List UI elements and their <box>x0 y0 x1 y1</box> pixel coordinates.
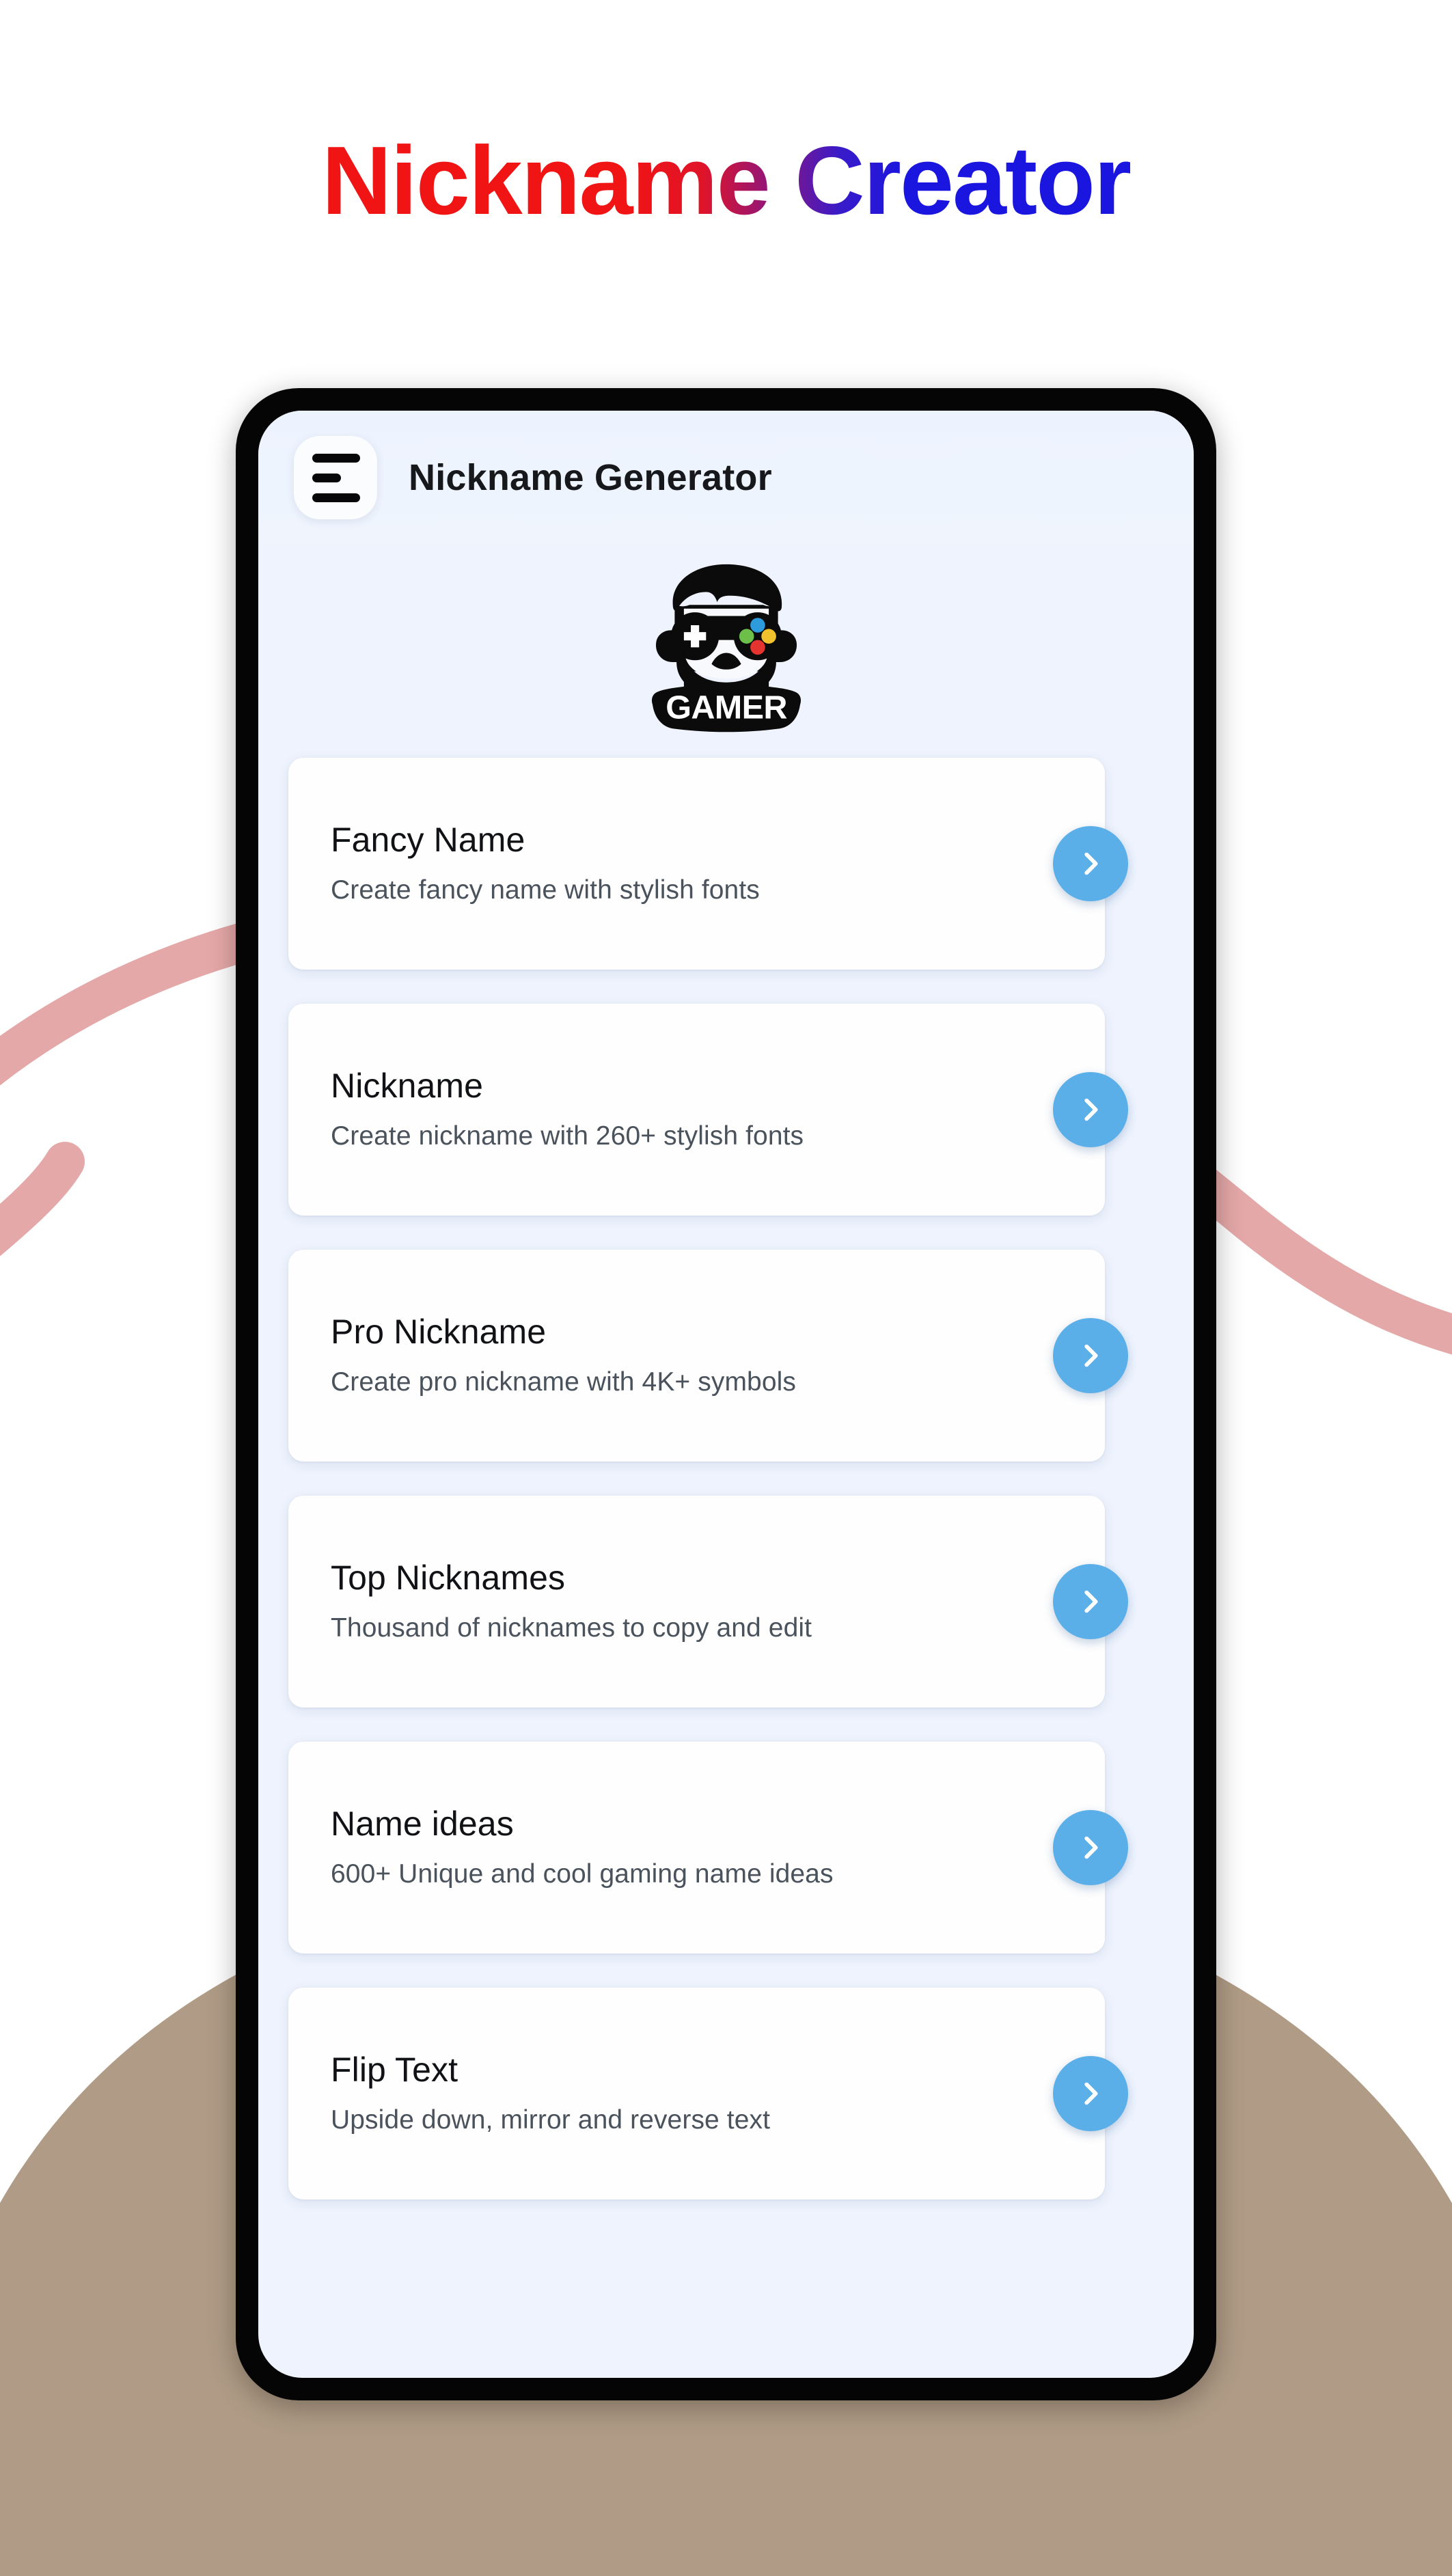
chevron-right-icon[interactable] <box>1053 1810 1128 1885</box>
menu-bar-middle <box>312 473 341 482</box>
card-flip-text[interactable]: Flip Text Upside down, mirror and revers… <box>288 1988 1128 2200</box>
card-title: Fancy Name <box>331 820 525 859</box>
list-item: Fancy Name Create fancy name with stylis… <box>288 743 1164 989</box>
list-item: Nickname Create nickname with 260+ styli… <box>288 989 1164 1235</box>
list-item: Flip Text Upside down, mirror and revers… <box>288 1973 1164 2219</box>
card-subtitle: Upside down, mirror and reverse text <box>331 2105 771 2135</box>
chevron-right-icon[interactable] <box>1053 826 1128 901</box>
gamer-mascot-logo: GAMER <box>651 564 801 732</box>
app-logo: GAMER <box>258 545 1194 743</box>
phone-mockup-frame: Nickname Generator GAMER Fancy Name Crea… <box>236 388 1216 2400</box>
logo-button-yellow <box>761 629 776 644</box>
logo-wordmark-text: GAMER <box>666 689 787 726</box>
logo-button-blue <box>750 618 765 633</box>
list-item: Pro Nickname Create pro nickname with 4K… <box>288 1235 1164 1481</box>
screenshot-root: Nickname Creator Nickname Generator GAME… <box>0 0 1452 2576</box>
chevron-right-glyph <box>1084 1836 1098 1859</box>
list-item: Name ideas 600+ Unique and cool gaming n… <box>288 1727 1164 1973</box>
card-nickname[interactable]: Nickname Create nickname with 260+ styli… <box>288 1004 1128 1216</box>
list-item: Top Nicknames Thousand of nicknames to c… <box>288 1481 1164 1727</box>
card-pro-nickname[interactable]: Pro Nickname Create pro nickname with 4K… <box>288 1250 1128 1462</box>
pink-ribbon-lower <box>0 1142 85 1257</box>
hamburger-menu-icon[interactable] <box>294 436 377 519</box>
card-top-nicknames[interactable]: Top Nicknames Thousand of nicknames to c… <box>288 1496 1128 1708</box>
chevron-right-icon[interactable] <box>1053 1564 1128 1639</box>
card-title: Nickname <box>331 1066 484 1105</box>
card-subtitle: 600+ Unique and cool gaming name ideas <box>331 1859 834 1889</box>
card-title: Pro Nickname <box>331 1312 547 1351</box>
feature-card-list: Fancy Name Create fancy name with stylis… <box>258 743 1194 2378</box>
menu-bar-top <box>312 453 360 463</box>
page-title: Nickname Creator <box>0 130 1452 232</box>
chevron-right-icon[interactable] <box>1053 1072 1128 1147</box>
chevron-right-icon[interactable] <box>1053 2056 1128 2131</box>
card-title: Top Nicknames <box>331 1558 566 1597</box>
chevron-right-glyph <box>1084 1344 1098 1367</box>
phone-screen: Nickname Generator GAMER Fancy Name Crea… <box>258 411 1194 2378</box>
chevron-right-glyph <box>1084 1098 1098 1121</box>
card-title: Name ideas <box>331 1804 514 1843</box>
logo-button-green <box>739 629 754 644</box>
chevron-right-glyph <box>1084 2082 1098 2105</box>
chevron-right-glyph <box>1084 1590 1098 1613</box>
logo-button-red <box>750 640 765 655</box>
app-bar-title: Nickname Generator <box>409 457 772 498</box>
logo-hair <box>672 564 782 612</box>
chevron-right-icon[interactable] <box>1053 1318 1128 1393</box>
card-subtitle: Create pro nickname with 4K+ symbols <box>331 1367 796 1397</box>
card-fancy-name[interactable]: Fancy Name Create fancy name with stylis… <box>288 758 1128 970</box>
app-bar: Nickname Generator <box>258 411 1194 545</box>
card-subtitle: Thousand of nicknames to copy and edit <box>331 1613 812 1643</box>
card-title: Flip Text <box>331 2050 458 2089</box>
chevron-right-glyph <box>1084 852 1098 875</box>
menu-bar-bottom <box>312 493 360 502</box>
card-name-ideas[interactable]: Name ideas 600+ Unique and cool gaming n… <box>288 1742 1128 1954</box>
page-title-text: Nickname Creator <box>321 126 1132 235</box>
card-subtitle: Create nickname with 260+ stylish fonts <box>331 1121 804 1151</box>
card-subtitle: Create fancy name with stylish fonts <box>331 875 760 905</box>
